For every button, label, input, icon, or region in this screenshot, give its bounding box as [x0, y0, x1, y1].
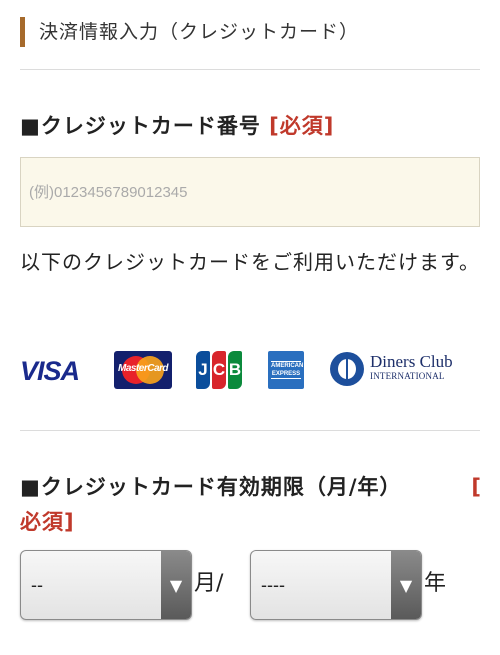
- month-unit-label: 月/: [194, 571, 224, 596]
- expiry-month-select[interactable]: -- ▼: [20, 550, 192, 620]
- expiry-month-value: --: [31, 575, 43, 595]
- chevron-down-icon: ▼: [391, 551, 421, 619]
- visa-logo: VISA: [20, 356, 80, 386]
- divider: [20, 69, 480, 70]
- diners-club-logo: Diners Club INTERNATIONAL: [330, 352, 453, 386]
- expiry-year-value: ----: [261, 575, 285, 595]
- mastercard-logo: MasterCard: [114, 351, 172, 389]
- year-unit-label: 年: [424, 571, 447, 596]
- expiry-year-select[interactable]: ---- ▼: [250, 550, 422, 620]
- card-number-input[interactable]: [20, 157, 480, 227]
- required-badge-open: [: [471, 475, 482, 499]
- jcb-logo: J C B: [196, 351, 242, 389]
- accepted-cards-notice: 以下のクレジットカードをご利用いただけます。: [20, 250, 480, 274]
- divider: [20, 430, 480, 431]
- section-header: 決済情報入力（クレジットカード）: [20, 17, 359, 47]
- required-badge-rest: 必須]: [20, 510, 75, 534]
- card-number-label: ■クレジットカード番号 [必須]: [20, 107, 334, 145]
- chevron-down-icon: ▼: [161, 551, 191, 619]
- diners-ring-icon: [330, 352, 364, 386]
- expiry-label: ■クレジットカード有効期限（月/年） [: [20, 468, 482, 506]
- expiry-title: ■クレジットカード有効期限（月/年）: [20, 475, 402, 499]
- card-number-title: ■クレジットカード番号: [20, 114, 261, 138]
- card-brand-logos: VISA MasterCard J C B AMERICAN EXPRESS D…: [20, 348, 480, 394]
- required-badge: [必須]: [269, 114, 335, 138]
- amex-logo: AMERICAN EXPRESS: [268, 351, 304, 389]
